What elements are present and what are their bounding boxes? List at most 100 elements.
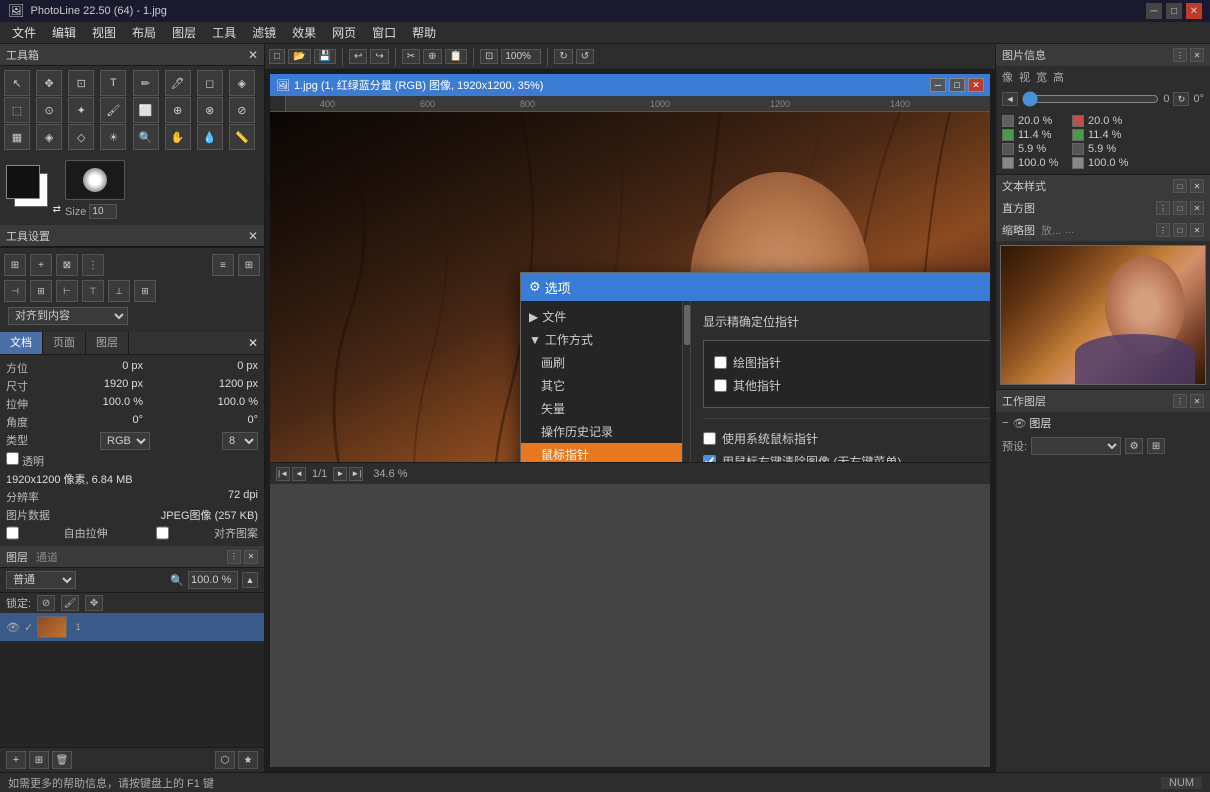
- layer-delete-btn[interactable]: 🗑: [52, 751, 72, 769]
- channel-tab-label[interactable]: 通道: [36, 549, 58, 565]
- tool-sharpen[interactable]: ◇: [68, 124, 94, 150]
- preset-grid-btn[interactable]: ⊞: [1147, 438, 1165, 454]
- tool-mask[interactable]: ◈: [229, 70, 255, 96]
- opacity-input[interactable]: [188, 571, 238, 589]
- tool-crop[interactable]: ⊡: [68, 70, 94, 96]
- transparent-checkbox[interactable]: [6, 452, 19, 465]
- preset-select[interactable]: [1031, 437, 1121, 455]
- tool-eyedrop[interactable]: 💧: [197, 124, 223, 150]
- menu-help[interactable]: 帮助: [404, 22, 444, 44]
- tool-path[interactable]: ✏: [133, 70, 159, 96]
- canvas-first-page[interactable]: |◄: [276, 467, 290, 481]
- layer-panel-close[interactable]: ✕: [244, 550, 258, 564]
- settings-btn1[interactable]: ⊞: [4, 254, 26, 276]
- toolbar-undo[interactable]: ↩: [349, 49, 367, 64]
- layer-menu-icon[interactable]: ⋮: [227, 550, 241, 564]
- layer-item-bg[interactable]: 👁 ✓ 1: [0, 613, 264, 641]
- checkbox-other[interactable]: [714, 379, 727, 392]
- tree-scrollbar-thumb[interactable]: [684, 305, 690, 345]
- tool-heal[interactable]: ⊗: [197, 97, 223, 123]
- tool-eraser[interactable]: ⬜: [133, 97, 159, 123]
- toolbar-new[interactable]: □: [269, 49, 285, 64]
- freestretch-checkbox[interactable]: [6, 525, 19, 541]
- checkbox-rmb[interactable]: [703, 455, 716, 462]
- thumbnail-restore[interactable]: □: [1173, 223, 1187, 237]
- tool-select2[interactable]: ⬚: [4, 97, 30, 123]
- toolbar-copy[interactable]: ⊕: [423, 49, 441, 64]
- text-style-close[interactable]: ✕: [1190, 179, 1204, 193]
- menu-tools[interactable]: 工具: [204, 22, 244, 44]
- tool-shape[interactable]: ◻: [197, 70, 223, 96]
- tool-fill[interactable]: ◈: [36, 124, 62, 150]
- info-panel-close[interactable]: ✕: [1190, 48, 1204, 62]
- tool-dodge[interactable]: ☀: [100, 124, 126, 150]
- tree-brush[interactable]: 画刷: [521, 351, 690, 374]
- align-btn5[interactable]: ⊥: [108, 280, 130, 302]
- tree-file[interactable]: ▶ 文件: [521, 305, 690, 328]
- histogram-close[interactable]: ✕: [1190, 201, 1204, 215]
- tool-smudge[interactable]: ⊘: [229, 97, 255, 123]
- checkbox-draw[interactable]: [714, 356, 727, 369]
- tree-workmode[interactable]: ▼ 工作方式: [521, 328, 690, 351]
- toolbar-open[interactable]: 📂: [288, 49, 310, 64]
- menu-web[interactable]: 网页: [324, 22, 364, 44]
- work-layers-menu[interactable]: ⋮: [1173, 394, 1187, 408]
- tool-gradient[interactable]: ▦: [4, 124, 30, 150]
- toolbar-zoom-fit[interactable]: ⊡: [480, 49, 498, 64]
- tool-brush[interactable]: 🖌: [100, 97, 126, 123]
- menu-layer[interactable]: 图层: [164, 22, 204, 44]
- tool-lasso[interactable]: ⊙: [36, 97, 62, 123]
- tab-page[interactable]: 页面: [43, 332, 86, 354]
- tool-clone[interactable]: ⊕: [165, 97, 191, 123]
- tree-history[interactable]: 操作历史记录: [521, 420, 690, 443]
- menu-effects[interactable]: 效果: [284, 22, 324, 44]
- toolbar-rotate-cw[interactable]: ↻: [554, 49, 572, 64]
- close-button[interactable]: ✕: [1186, 3, 1202, 19]
- canvas-minimize-btn[interactable]: ─: [930, 78, 946, 92]
- toolbar-redo[interactable]: ↪: [370, 49, 388, 64]
- info-panel-menu[interactable]: ⋮: [1173, 48, 1187, 62]
- toolbox-close[interactable]: ✕: [248, 48, 258, 62]
- tree-other[interactable]: 其它: [521, 374, 690, 397]
- layer-add-btn[interactable]: +: [6, 751, 26, 769]
- nav-angle-btn[interactable]: ↻: [1173, 92, 1189, 106]
- tool-text[interactable]: T: [100, 70, 126, 96]
- align-btn6[interactable]: ⊞: [134, 280, 156, 302]
- menu-file[interactable]: 文件: [4, 22, 44, 44]
- canvas-last-page[interactable]: ►|: [349, 467, 363, 481]
- tool-zoom[interactable]: 🔍: [133, 124, 159, 150]
- settings-btn2[interactable]: +: [30, 254, 52, 276]
- tool-measure[interactable]: 📏: [229, 124, 255, 150]
- work-layers-close[interactable]: ✕: [1190, 394, 1204, 408]
- layer-mask-btn[interactable]: ⬡: [215, 751, 235, 769]
- swap-colors-btn[interactable]: ⇄: [53, 204, 61, 215]
- tool-hand[interactable]: ✋: [165, 124, 191, 150]
- lock-move-btn[interactable]: ✥: [85, 595, 103, 611]
- blend-mode-select[interactable]: 普通: [6, 571, 76, 589]
- menu-window[interactable]: 窗口: [364, 22, 404, 44]
- histogram-restore[interactable]: □: [1173, 201, 1187, 215]
- settings-btn5[interactable]: ≡: [212, 254, 234, 276]
- align-btn4[interactable]: ⊤: [82, 280, 104, 302]
- thumbnail-zoom2[interactable]: ...: [1065, 224, 1074, 236]
- aligngrid-checkbox[interactable]: [156, 525, 169, 541]
- opacity-up-btn[interactable]: ▲: [242, 572, 258, 588]
- settings-btn3[interactable]: ⊠: [56, 254, 78, 276]
- checkbox-system[interactable]: [703, 432, 716, 445]
- zoom-input[interactable]: [501, 49, 541, 64]
- tree-vector[interactable]: 矢量: [521, 397, 690, 420]
- fg-color-swatch[interactable]: [6, 165, 40, 199]
- lock-transparent-btn[interactable]: ⊘: [37, 595, 55, 611]
- align-mode-select[interactable]: 对齐到内容: [8, 307, 128, 325]
- align-btn2[interactable]: ⊞: [30, 280, 52, 302]
- minimize-button[interactable]: ─: [1146, 3, 1162, 19]
- toolbar-save[interactable]: 💾: [314, 49, 336, 64]
- doc-tabs-close[interactable]: ✕: [242, 332, 264, 354]
- thumbnail-zoom1[interactable]: 放...: [1041, 222, 1061, 238]
- tool-move[interactable]: ✥: [36, 70, 62, 96]
- layer-eye-icon[interactable]: 👁: [6, 621, 20, 634]
- preset-settings-btn[interactable]: ⚙: [1125, 438, 1143, 454]
- toolbar-paste[interactable]: 📋: [445, 49, 467, 64]
- tool-pen[interactable]: 🖊: [165, 70, 191, 96]
- menu-filter[interactable]: 滤镜: [244, 22, 284, 44]
